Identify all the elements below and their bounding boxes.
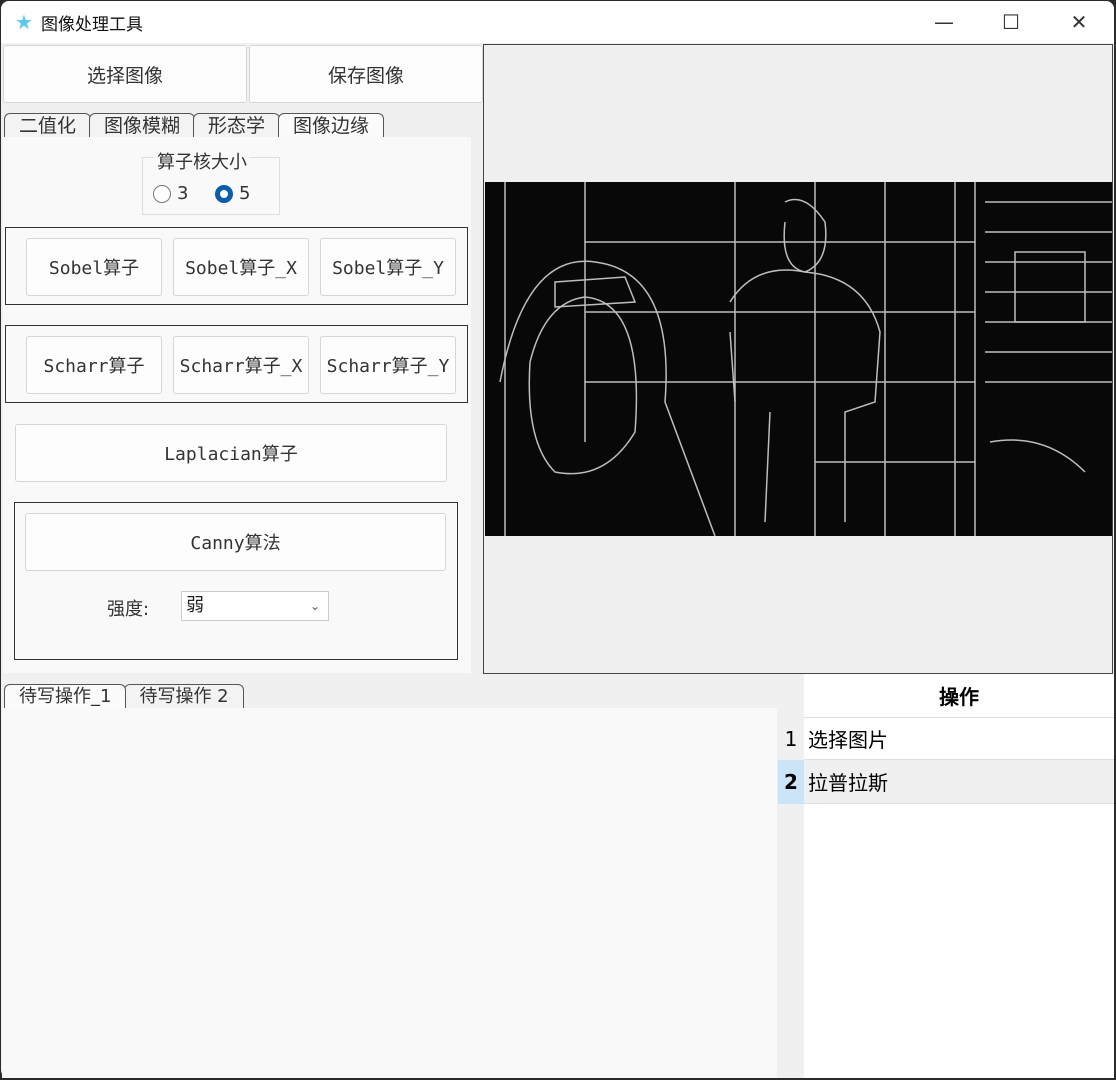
minimize-button[interactable]: —	[909, 1, 979, 43]
main-window: ★ 图像处理工具 — ☐ ✕ 选择图像 保存图像 二值化 图像模糊 形态学 图像…	[1, 1, 1114, 1078]
row-index-selected[interactable]: 2	[778, 760, 804, 804]
scharr-x-button[interactable]: Scharr算子_X	[173, 336, 309, 394]
strength-select[interactable]: 弱 ⌄	[181, 591, 329, 621]
edge-panel: 算子核大小 3 5 Sobel算子 Sobel算子_X Sobel算子_Y Sc…	[3, 137, 471, 673]
history-table: 操作 1 选择图片 2 拉普拉斯	[778, 674, 1114, 1078]
kernel-size-group: 算子核大小 3 5	[142, 148, 280, 215]
star-icon: ★	[15, 10, 33, 34]
scharr-button[interactable]: Scharr算子	[26, 336, 162, 394]
table-row-selected[interactable]: 拉普拉斯	[804, 760, 1114, 804]
tab-edge[interactable]: 图像边缘	[278, 113, 385, 137]
save-image-button[interactable]: 保存图像	[249, 45, 483, 103]
column-header[interactable]: 操作	[804, 674, 1114, 718]
pending-panel	[2, 708, 777, 1078]
sobel-group: Sobel算子 Sobel算子_X Sobel算子_Y	[5, 227, 468, 305]
sobel-x-button[interactable]: Sobel算子_X	[173, 238, 309, 296]
sobel-button[interactable]: Sobel算子	[26, 238, 162, 296]
strength-value: 弱	[186, 595, 204, 616]
tab-pending-2[interactable]: 待写操作 2	[124, 684, 244, 708]
radio-label: 5	[239, 183, 251, 204]
sobel-y-button[interactable]: Sobel算子_Y	[320, 238, 456, 296]
edge-image	[499, 182, 1112, 536]
window-title: 图像处理工具	[41, 14, 143, 35]
tab-pending-1[interactable]: 待写操作_1	[4, 684, 127, 708]
radio-3[interactable]: 3	[153, 183, 188, 204]
select-image-button[interactable]: 选择图像	[3, 45, 247, 103]
table-row[interactable]: 选择图片	[804, 718, 1114, 760]
canny-button[interactable]: Canny算法	[25, 513, 446, 571]
maximize-button[interactable]: ☐	[976, 1, 1046, 43]
tab-binarize[interactable]: 二值化	[4, 113, 92, 137]
bottom-tabs: 待写操作_1 待写操作 2	[4, 684, 244, 708]
close-button[interactable]: ✕	[1044, 1, 1114, 43]
strength-label: 强度:	[107, 599, 150, 620]
scharr-y-button[interactable]: Scharr算子_Y	[320, 336, 456, 394]
image-view	[483, 44, 1113, 674]
kernel-size-label: 算子核大小	[155, 148, 249, 174]
row-index[interactable]: 1	[778, 718, 804, 760]
chevron-down-icon: ⌄	[309, 599, 320, 613]
radio-label: 3	[177, 183, 189, 204]
scharr-group: Scharr算子 Scharr算子_X Scharr算子_Y	[5, 325, 468, 403]
tab-morphology[interactable]: 形态学	[193, 113, 281, 137]
radio-button[interactable]	[153, 184, 171, 203]
canny-group: Canny算法 强度: 弱 ⌄	[14, 502, 458, 660]
laplacian-button[interactable]: Laplacian算子	[15, 424, 447, 482]
title-bar: ★ 图像处理工具 — ☐ ✕	[1, 1, 1114, 43]
tab-blur[interactable]: 图像模糊	[89, 113, 196, 137]
operation-tabs: 二值化 图像模糊 形态学 图像边缘	[4, 113, 385, 137]
radio-button-selected[interactable]	[215, 184, 233, 203]
radio-5[interactable]: 5	[215, 183, 250, 204]
processed-image	[485, 182, 1112, 536]
